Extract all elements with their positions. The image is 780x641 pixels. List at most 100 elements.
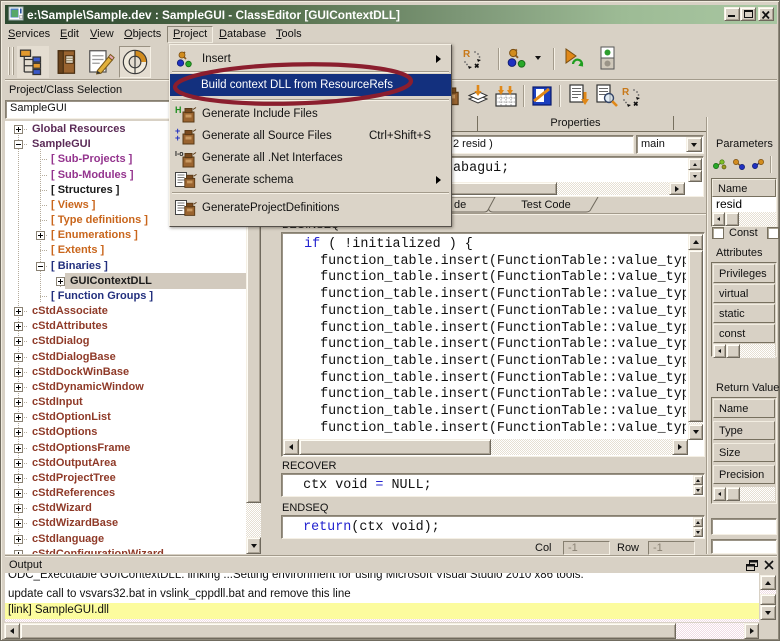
endseq-spin-up[interactable] [693,517,703,527]
doc-find-icon[interactable] [594,83,620,109]
output-splitter[interactable] [5,555,777,557]
float-window-icon[interactable] [746,560,758,571]
tree-expand-icon[interactable] [14,353,23,362]
minimize-button[interactable] [724,7,740,21]
scroll-right-button[interactable] [744,623,759,639]
view-class-tree-button[interactable] [17,46,49,78]
grid-row-size[interactable]: Size [713,443,775,462]
tree-expand-icon[interactable] [14,489,23,498]
tree-item-cstdprojecttree[interactable]: cStdProjectTree [32,471,116,486]
grid-row-privileges[interactable]: Privileges [713,264,775,283]
tree-item-cstddialogbase[interactable]: cStdDialogBase [32,350,116,365]
edit-source-button[interactable] [85,46,117,78]
tree-item-cstdinput[interactable]: cStdInput [32,395,83,410]
tree-item-cstdwizardbase[interactable]: cStdWizardBase [32,516,118,531]
scroll-left-button[interactable] [713,344,726,358]
grid-import-icon[interactable] [493,83,519,109]
tree-expand-icon[interactable] [14,322,23,331]
layers-export-icon[interactable] [465,83,491,109]
param-molecule-green-icon[interactable] [712,156,729,173]
code-vscrollbar[interactable] [688,234,703,440]
tree-expand-icon[interactable] [14,337,23,346]
close-button[interactable] [758,7,774,21]
snippet-hscroll-track[interactable] [557,182,669,195]
menubar-item-services[interactable]: Services [2,26,56,43]
scope-combo-dropdown[interactable] [686,137,702,152]
grid-hscroll-track[interactable] [740,487,775,501]
endseq-field[interactable]: return(ctx void); [281,515,705,539]
tree-collapse-icon[interactable] [36,262,45,271]
scroll-right-button[interactable] [672,439,688,455]
menu-item-build-context-dll-from-resourcerefs[interactable]: Build context DLL from ResourceRefs [170,74,451,96]
grid-row-const[interactable]: const [713,324,775,343]
tree-item-cstdwizard[interactable]: cStdWizard [32,501,92,516]
snippet-scroll-down[interactable] [688,170,702,182]
output-vscrollbar[interactable] [760,575,776,621]
menu-item-generate-all-source-files[interactable]: Generate all Source Files++Ctrl+Shift+S [171,125,450,147]
doc-export-icon[interactable] [566,83,592,109]
scroll-down-button[interactable] [246,537,261,554]
tree-expand-icon[interactable] [14,519,23,528]
menubar-item-edit[interactable]: Edit [54,26,85,43]
tree-item--enumerations-[interactable]: [ Enumerations ] [51,228,138,243]
param-molecule-blue-icon[interactable] [750,156,767,173]
scroll-down-button[interactable] [688,424,703,440]
tree-expand-icon[interactable] [14,307,23,316]
grid-row-type[interactable]: Type [713,421,775,440]
tree-scrollbar-track[interactable] [246,503,261,537]
param-grid-hscrollbar[interactable] [712,212,776,226]
tree-item-global-resources[interactable]: Global Resources [32,122,126,137]
grid-hscroll-track[interactable] [740,344,775,358]
tree-expand-icon[interactable] [36,231,45,240]
tree-expand-icon[interactable] [14,474,23,483]
tree-item--type-definitions-[interactable]: [ Type definitions ] [51,213,148,228]
tree-item-cstdconfigurationwizard[interactable]: cStdConfigurationWizard [32,547,164,554]
recover-spin-up[interactable] [693,475,703,485]
tree-expand-icon[interactable] [14,535,23,544]
scroll-left-button[interactable] [283,439,299,455]
resource-copy-icon[interactable]: R [462,47,488,71]
param-name-header[interactable]: Name [712,179,776,197]
tree-expand-icon[interactable] [14,550,23,554]
tree-item--sub-modules-[interactable]: [ Sub-Modules ] [51,168,134,183]
tab-test-code[interactable]: Test Code [496,199,596,211]
tree-item-cstdoptionsframe[interactable]: cStdOptionsFrame [32,441,130,456]
grid-row-name[interactable]: Name [713,399,775,418]
param-grid-hscroll-thumb[interactable] [725,212,739,226]
param-molecule-orange-icon[interactable] [731,156,748,173]
code-vscroll-thumb[interactable] [688,250,703,422]
toolbar-grip[interactable] [8,47,10,75]
tree-item--extents-[interactable]: [ Extents ] [51,243,104,258]
code-hscrollbar[interactable] [283,439,688,455]
save-check-icon[interactable] [530,84,554,108]
donut-view-button[interactable] [119,46,151,78]
scroll-down-button[interactable] [760,605,776,620]
parameters-input-2[interactable] [711,539,777,554]
tree-expand-icon[interactable] [14,383,23,392]
grid-row-static[interactable]: static [713,304,775,323]
tree-expand-icon[interactable] [14,398,23,407]
scroll-up-button[interactable] [760,575,776,590]
tree-expand-icon[interactable] [14,368,23,377]
tab-code[interactable]: de [454,199,466,211]
toolbar-grip[interactable] [12,47,14,75]
scope-combo[interactable]: main [636,135,704,154]
scroll-left-button[interactable] [713,487,726,501]
menu-item-generate-include-files[interactable]: Generate Include FilesH [171,103,450,125]
output-hscrollbar[interactable] [4,623,759,639]
tree-expand-icon[interactable] [14,444,23,453]
traffic-light-icon[interactable] [597,45,619,73]
output-hscroll-thumb[interactable] [20,623,676,639]
param-grid-hscroll-track[interactable] [739,212,776,226]
snippet-scroll-up[interactable] [688,158,702,170]
output-hscroll-track[interactable] [676,623,744,639]
grid-hscroll-thumb[interactable] [726,344,740,358]
title-bar[interactable]: e:\Sample\Sample.dev : SampleGUI - Class… [5,5,777,24]
menubar-item-database[interactable]: Database [213,26,272,43]
menu-item-generateprojectdefinitions[interactable]: GenerateProjectDefinitions [171,196,450,220]
grid-hscroll-thumb[interactable] [726,487,740,501]
resource-copy-icon[interactable]: R [621,85,647,109]
tree-item-cstddockwinbase[interactable]: cStdDockWinBase [32,365,129,380]
code-hscroll-thumb[interactable] [299,439,491,455]
tree-item-cstddynamicwindow[interactable]: cStdDynamicWindow [32,380,144,395]
